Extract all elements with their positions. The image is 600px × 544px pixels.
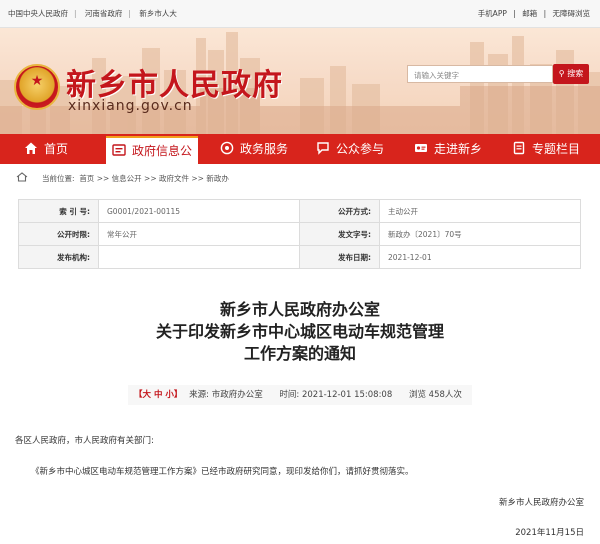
table-row: 索 引 号: G0001/2021-00115 公开方式: 主动公开 [18,199,581,223]
table-key: 发文字号: [299,222,380,246]
article-date: 2021年11月15日 [515,528,584,538]
link-henan-gov[interactable]: 河南省政府 [85,9,123,18]
table-key: 发布机构: [18,245,99,269]
nav-special-topics[interactable]: 专题栏目 [512,134,580,164]
title-line: 关于印发新乡市中心城区电动车规范管理 [155,322,444,341]
info-public-icon [112,144,126,156]
article-time: 时间: 2021-12-01 15:08:08 [279,390,393,400]
main-nav: 首页 政府信息公 政务服务 公众参与 走进新乡 专题栏目 [0,134,600,164]
search-input[interactable]: 请输入关键字 [407,65,553,83]
table-value: 常年公开 [98,222,300,246]
breadcrumb: 当前位置: 首页 >> 信息公开 >> 政府文件 >> 新政办 [16,170,584,188]
table-key: 公开方式: [299,199,380,223]
separator: | [543,9,547,18]
font-size-switcher[interactable]: 【大 中 小】 [134,390,182,400]
nav-label: 走进新乡 [434,142,483,156]
home-icon[interactable] [16,172,28,182]
nav-home[interactable]: 首页 [24,134,68,164]
top-utility-bar: 中国中央人民政府 | 河南省政府 | 新乡市人大 手机APP | 邮箱 | 无障碍浏… [0,0,600,28]
table-value: 主动公开 [379,199,581,223]
link-accessibility[interactable]: 无障碍浏览 [553,9,591,18]
external-links: 中国中央人民政府 | 河南省政府 | 新乡市人大 [8,8,183,19]
id-card-icon [415,144,427,152]
nav-label: 首页 [44,142,69,156]
article-views: 浏览 458人次 [408,390,462,400]
title-line: 新乡市人民政府办公室 [219,300,380,319]
table-key: 公开时限: [18,222,99,246]
document-info-table: 索 引 号: G0001/2021-00115 公开方式: 主动公开 公开时限:… [18,199,581,269]
breadcrumb-prefix: 当前位置: [42,174,75,183]
title-line: 工作方案的通知 [243,344,356,363]
search-button[interactable]: ⚲ 搜索 [553,64,589,84]
national-emblem-logo: ★ [14,64,60,110]
article-salutation: 各区人民政府，市人民政府有关部门: [15,436,154,446]
utility-links: 手机APP | 邮箱 | 无障碍浏览 [474,8,590,19]
site-url: xinxiang.gov.cn [68,98,193,114]
article-paragraph: 《新乡市中心城区电动车规范管理工作方案》已经市政府研究同意，现印发给你们，请抓好… [31,467,414,477]
service-icon [220,141,234,155]
table-row: 发布机构: 发布日期: 2021-12-01 [18,245,581,269]
table-key: 索 引 号: [18,199,99,223]
nav-label: 政务服务 [240,142,289,156]
link-mobile-app[interactable]: 手机APP [478,9,507,18]
article-source: 来源: 市政府办公室 [189,390,263,400]
separator: | [128,9,131,18]
article-title: 新乡市人民政府办公室 关于印发新乡市中心城区电动车规范管理 工作方案的通知 [0,299,600,365]
separator: | [74,9,77,18]
table-row: 公开时限: 常年公开 发文字号: 新政办〔2021〕70号 [18,222,581,246]
link-central-gov[interactable]: 中国中央人民政府 [8,9,68,18]
nav-label: 政府信息公 [132,144,193,158]
search-button-label: 搜索 [567,69,584,78]
table-value [98,245,300,269]
table-key: 发布日期: [299,245,380,269]
nav-label: 公众参与 [336,142,385,156]
chat-icon [317,142,329,155]
site-banner: ★ 新乡市人民政府 xinxiang.gov.cn 请输入关键字 ⚲ 搜索 [0,28,600,134]
nav-gov-service[interactable]: 政务服务 [220,134,288,164]
link-xinxiang-npc[interactable]: 新乡市人大 [139,9,177,18]
document-icon [513,141,525,155]
table-value: 新政办〔2021〕70号 [379,222,581,246]
breadcrumb-path[interactable]: 首页 >> 信息公开 >> 政府文件 >> 新政办 [79,174,229,183]
nav-about-xinxiang[interactable]: 走进新乡 [414,134,482,164]
article-meta: 【大 中 小】 来源: 市政府办公室 时间: 2021-12-01 15:08:… [128,385,472,405]
home-icon [25,142,37,154]
table-value: 2021-12-01 [379,245,581,269]
nav-label: 专题栏目 [532,142,581,156]
table-value: G0001/2021-00115 [98,199,300,223]
link-mailbox[interactable]: 邮箱 [522,9,537,18]
nav-public-participation[interactable]: 公众参与 [316,134,384,164]
separator: | [513,9,516,18]
search-icon: ⚲ [558,69,565,78]
article-signature: 新乡市人民政府办公室 [498,498,584,508]
nav-gov-info-public[interactable]: 政府信息公 [106,136,199,164]
